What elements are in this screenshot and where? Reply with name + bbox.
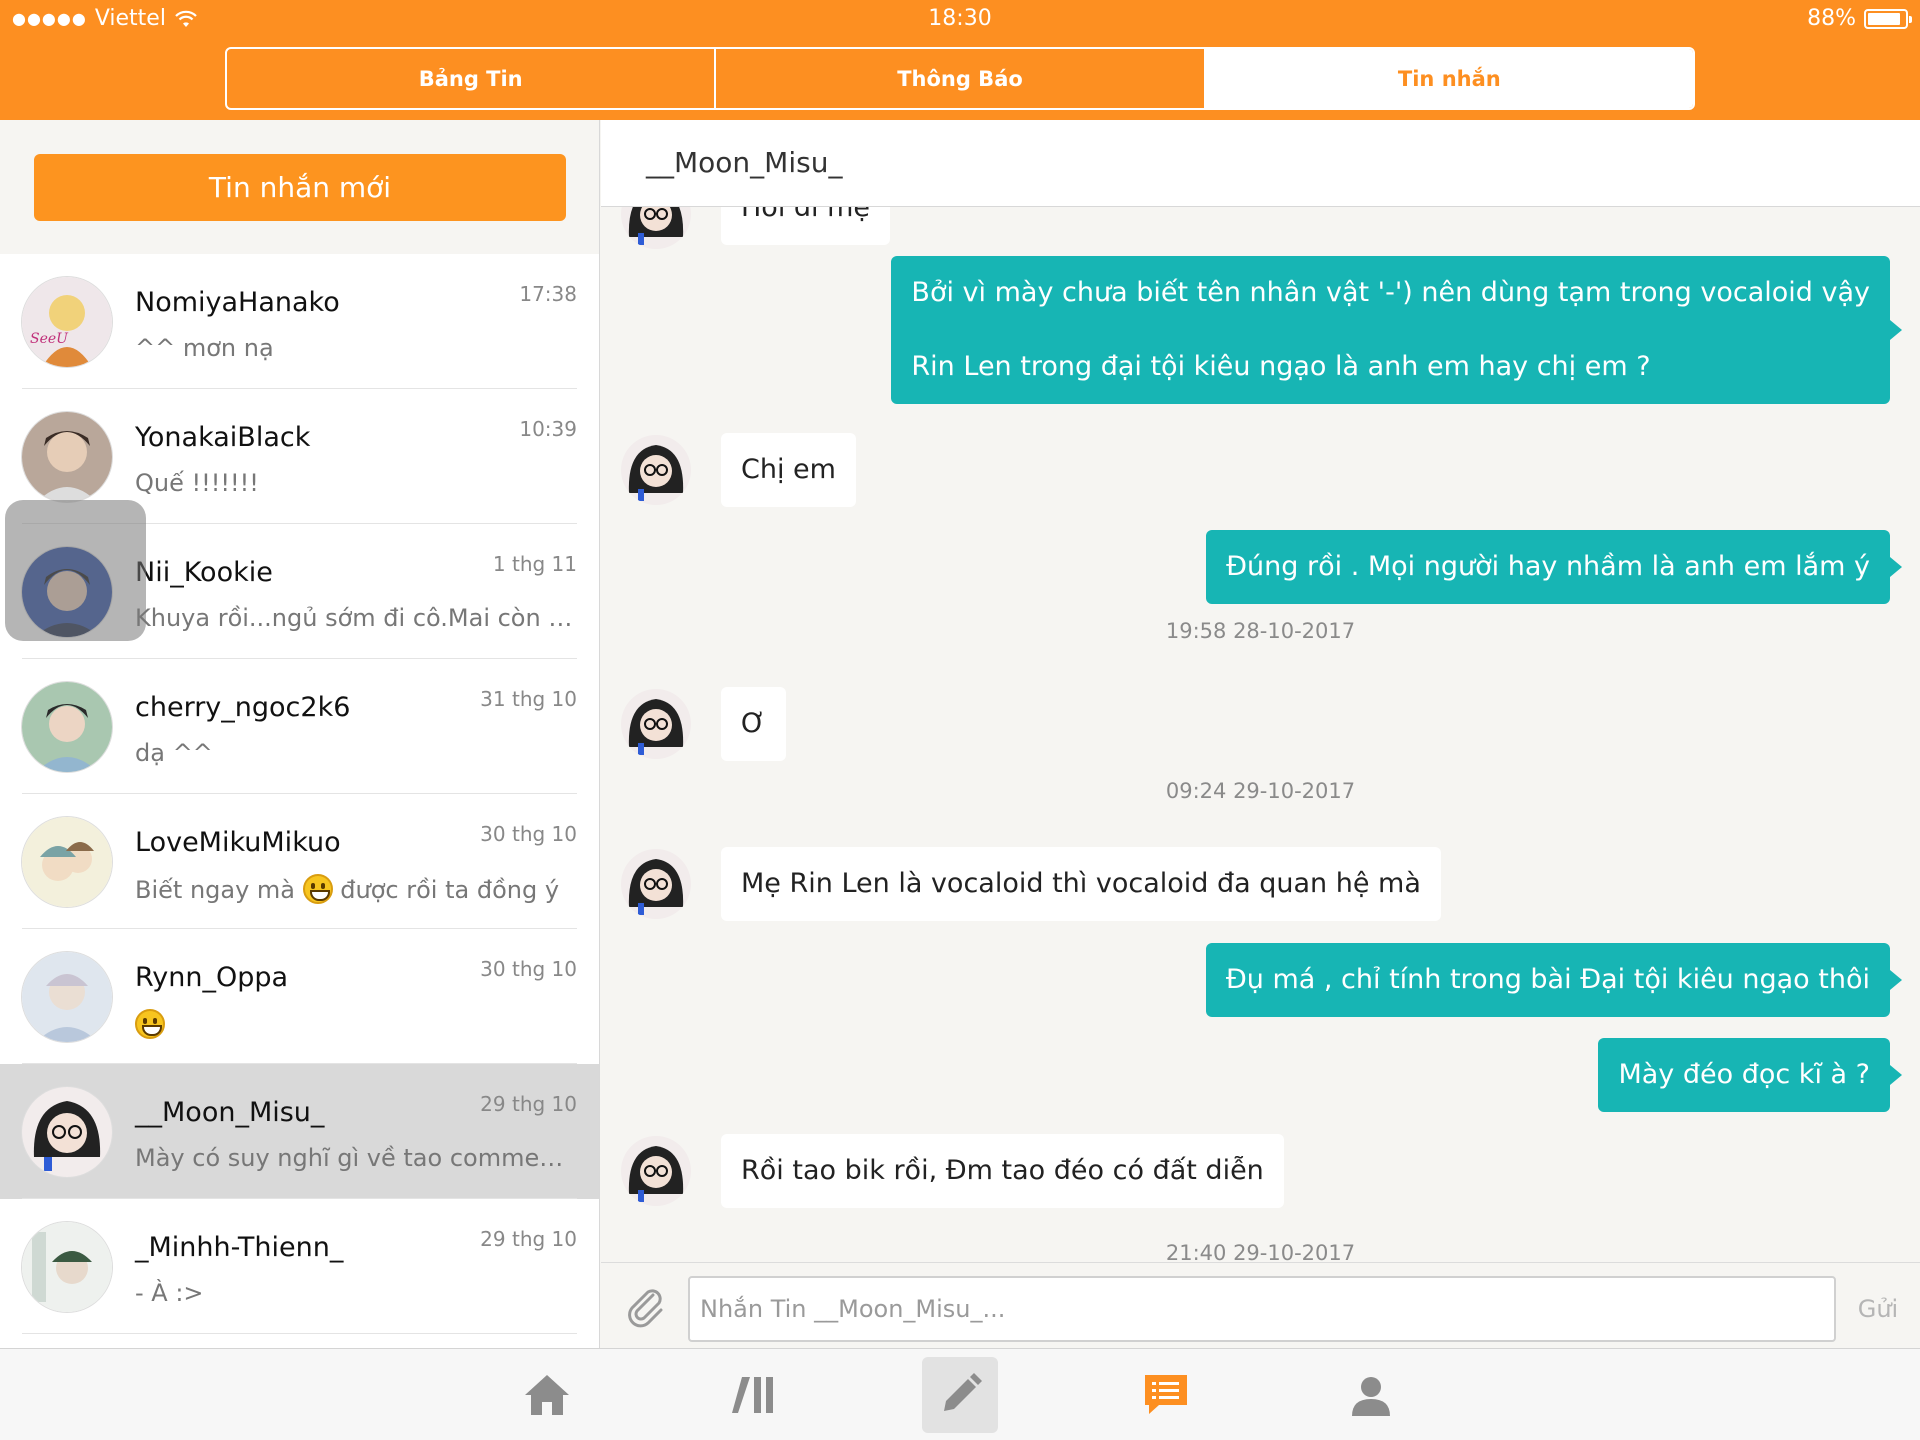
avatar (22, 1087, 112, 1177)
conversation-preview: Khuya rồi...ngủ sớm đi cô.Mai còn đi học… (135, 604, 575, 632)
conversation-item[interactable]: SeeU NomiyaHanako 17:38 ^^ mơn nạ (0, 254, 599, 389)
conversation-preview: dạ ^^ (135, 739, 213, 767)
tab-tin-nhan[interactable]: Tin nhắn (1203, 49, 1693, 108)
sender-avatar (621, 1136, 691, 1206)
conversation-name: __Moon_Misu_ (135, 1097, 325, 1128)
chat-header: __Moon_Misu_ (601, 120, 1920, 207)
grinning-emoji-icon (135, 1009, 165, 1039)
tab-profile[interactable] (1333, 1357, 1409, 1433)
chat-title: __Moon_Misu_ (646, 146, 843, 179)
conversation-time: 29 thg 10 (480, 1092, 577, 1116)
timestamp: 19:58 28-10-2017 (1165, 619, 1356, 643)
outgoing-message: Đúng rồi . Mọi người hay nhầm là anh em … (1206, 530, 1902, 604)
conversation-preview: Quế !!!!!!! (135, 469, 259, 497)
tab-bang-tin[interactable]: Bảng Tin (227, 49, 714, 108)
outgoing-message: Mày đéo đọc kĩ à ? (1598, 1038, 1902, 1112)
timestamp: 09:24 29-10-2017 (1165, 779, 1356, 803)
sender-avatar (621, 689, 691, 759)
touch-highlight (5, 500, 146, 641)
outgoing-message: Bởi vì mày chưa biết tên nhân vật '-') n… (891, 256, 1902, 404)
battery-percent: 88% (1807, 6, 1856, 31)
clock: 18:30 (928, 6, 992, 31)
conversation-time: 29 thg 10 (480, 1227, 577, 1251)
conversation-name: YonakaiBlack (135, 422, 311, 453)
sender-avatar (621, 207, 691, 249)
conversation-name: NomiyaHanako (135, 287, 340, 318)
conversation-sidebar: Tin nhắn mới SeeU NomiyaHanako 17:38 ^^ … (0, 120, 600, 1348)
grinning-emoji-icon (302, 874, 333, 904)
outgoing-message: Đụ má , chỉ tính trong bài Đại tội kiêu … (1205, 943, 1903, 1017)
library-icon (732, 1377, 773, 1413)
home-icon (525, 1375, 569, 1415)
conversation-time: 10:39 (519, 417, 577, 441)
avatar (22, 1222, 112, 1312)
conversation-preview (135, 1009, 575, 1039)
incoming-message: Rồi tao bik rồi, Đm tao đéo có đất diễn (721, 1134, 1284, 1208)
message-line: Bởi vì mày chưa biết tên nhân vật '-') n… (911, 277, 1870, 308)
message-input[interactable] (688, 1276, 1836, 1342)
conversation-preview: Biết ngay mà được rồi ta đồng ý (135, 874, 575, 904)
tab-write[interactable] (922, 1357, 998, 1433)
conversation-preview: ^^ mơn nạ (135, 334, 274, 362)
avatar: SeeU (22, 277, 112, 367)
tab-thong-bao[interactable]: Thông Báo (714, 49, 1203, 108)
incoming-message: Mẹ Rin Len là vocaloid thì vocaloid đa q… (721, 847, 1441, 921)
conversation-time: 30 thg 10 (480, 957, 577, 981)
conversation-preview: Mày có suy nghĩ gì về tao comment thế nà… (135, 1144, 575, 1172)
conversation-name: cherry_ngoc2k6 (135, 692, 351, 723)
sender-avatar (621, 435, 691, 505)
profile-icon (1352, 1377, 1390, 1416)
avatar (22, 952, 112, 1042)
avatar (22, 682, 112, 772)
chat-icon (1145, 1375, 1187, 1414)
preview-text: Biết ngay mà (135, 876, 296, 904)
status-bar: ●●●●● Viettel 18:30 88% (0, 0, 1920, 38)
conversation-time: 17:38 (519, 282, 577, 306)
timestamp: 21:40 29-10-2017 (1165, 1241, 1356, 1262)
conversation-time: 30 thg 10 (480, 822, 577, 846)
incoming-message: Ơ (721, 687, 786, 761)
new-message-button[interactable]: Tin nhắn mới (34, 154, 566, 221)
conversation-item[interactable]: Rynn_Oppa 30 thg 10 (0, 929, 599, 1064)
conversation-name: _Minhh-Thienn_ (135, 1232, 344, 1263)
conversation-item-selected[interactable]: __Moon_Misu_ 29 thg 10 Mày có suy nghĩ g… (0, 1064, 599, 1199)
tab-library[interactable] (716, 1357, 792, 1433)
conversation-item[interactable]: _Minhh-Thienn_ 29 thg 10 - À :> (0, 1199, 599, 1334)
incoming-message: Hỏi dì mẹ (721, 207, 891, 245)
conversation-time: 1 thg 11 (492, 552, 577, 576)
compose-bar: Gửi (601, 1262, 1920, 1348)
chat-panel: __Moon_Misu_ Hỏi dì mẹ Bởi vì mày chưa b… (601, 120, 1920, 1348)
sender-avatar (621, 849, 691, 919)
conversation-item[interactable]: cherry_ngoc2k6 31 thg 10 dạ ^^ (0, 659, 599, 794)
tab-home[interactable] (509, 1357, 585, 1433)
svg-text:SeeU: SeeU (30, 331, 69, 347)
conversation-preview: - À :> (135, 1279, 204, 1307)
conversation-name: Rynn_Oppa (135, 962, 289, 993)
avatar (22, 412, 112, 502)
app-header: ●●●●● Viettel 18:30 88% Bảng Tin Thông B… (0, 0, 1920, 120)
pencil-icon (944, 1373, 982, 1411)
conversation-name: LoveMikuMikuo (135, 827, 341, 858)
battery-icon (1864, 8, 1912, 29)
tab-messages[interactable] (1128, 1357, 1204, 1433)
conversation-time: 31 thg 10 (480, 687, 577, 711)
preview-text: được rồi ta đồng ý (340, 876, 560, 904)
send-button[interactable]: Gửi (1836, 1276, 1920, 1342)
bottom-tab-bar (0, 1348, 1920, 1440)
message-list[interactable]: Hỏi dì mẹ Bởi vì mày chưa biết tên nhân … (601, 207, 1920, 1262)
message-line: Rin Len trong đại tội kiêu ngạo là anh e… (911, 351, 1651, 382)
incoming-message: Chị em (721, 433, 856, 507)
conversation-name: Nii_Kookie (135, 557, 273, 588)
avatar (22, 817, 112, 907)
conversation-item[interactable]: LoveMikuMikuo 30 thg 10 Biết ngay mà đượ… (0, 794, 599, 929)
top-segmented-control: Bảng Tin Thông Báo Tin nhắn (225, 47, 1695, 110)
paperclip-icon[interactable] (623, 1283, 669, 1329)
